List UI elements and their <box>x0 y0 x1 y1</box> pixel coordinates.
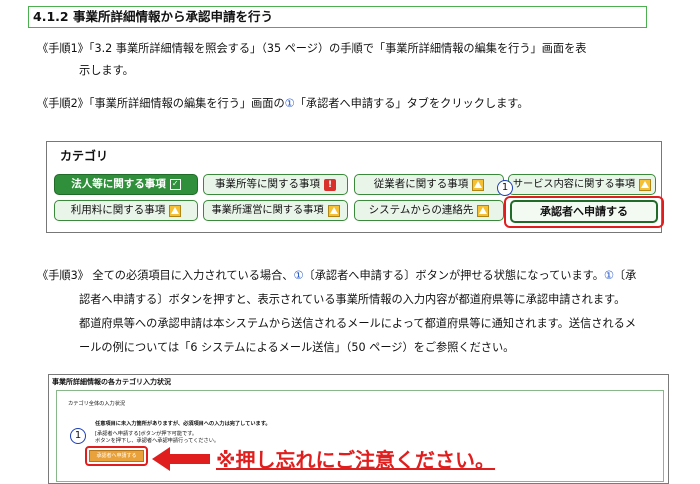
section-number: 4.1.2 <box>33 9 69 24</box>
tab-employee[interactable]: 従業者に関する事項 <box>354 174 504 195</box>
step2-post: 「承認者へ申請する」タブをクリックします。 <box>294 97 529 110</box>
highlight-frame <box>504 196 664 228</box>
category-title: カテゴリ <box>60 149 109 163</box>
tab-operation[interactable]: 事業所運営に関する事項 <box>203 200 348 221</box>
step2: 《手順2》「事業所詳細情報の編集を行う」画面の①「承認者へ申請する」タブをクリッ… <box>37 94 529 114</box>
tab-employee-label: 従業者に関する事項 <box>373 178 469 190</box>
section-title: 事業所詳細情報から承認申請を行う <box>72 9 273 24</box>
tab-corporate[interactable]: 法人等に関する事項 ✓ <box>54 174 198 195</box>
screenshot-message-1: [承認者へ申請する]ボタンが押下可能です。 <box>95 431 198 437</box>
step3-circle-1: ① <box>293 269 304 282</box>
step3-l1-c: 〔承 <box>613 269 637 282</box>
tab-operation-label: 事業所運営に関する事項 <box>211 205 324 216</box>
screenshot-message-bold: 任意項目に未入力箇所がありますが、必須項目への入力は完了しています。 <box>95 421 271 427</box>
screenshot-title: 事業所詳細情報の各カテゴリ入力状況 <box>52 378 171 386</box>
step1-line1: 《手順1》「3.2 事業所詳細情報を照会する」（35 ページ）の手順で「事業所詳… <box>37 42 587 55</box>
step3-line3: 都道府県等への承認申請は本システムから送信されるメールによって都道府県等に通知さ… <box>79 317 637 330</box>
warning-icon <box>639 178 652 191</box>
arrow-left-icon <box>152 447 210 471</box>
warning-icon <box>169 204 182 217</box>
error-icon: ! <box>324 178 336 191</box>
tab-contact-label: システムからの連絡先 <box>368 204 474 216</box>
step3-l1-b: 〔承認者へ申請する〕ボタンが押せる状態になっています。 <box>303 269 604 282</box>
check-icon: ✓ <box>169 179 181 190</box>
step3-l1-a: 《手順3》 全ての必須項目に入力されている場合、 <box>37 269 294 282</box>
warning-icon <box>477 204 490 217</box>
tab-fee[interactable]: 利用料に関する事項 <box>54 200 198 221</box>
tab-office-label: 事業所等に関する事項 <box>215 178 320 190</box>
caution-note: ※押し忘れにご注意ください。 <box>216 448 496 472</box>
tab-corporate-label: 法人等に関する事項 <box>71 178 166 190</box>
tab-service[interactable]: サービス内容に関する事項 <box>508 174 656 195</box>
apply-to-approver-button[interactable]: 承認者へ申請する <box>89 450 144 462</box>
step1-line2: 示します。 <box>79 64 134 77</box>
marker-1-circle: 1 <box>497 180 513 196</box>
step3-line4: ールの例については「6 システムによるメール送信」（50 ページ）をご参照くださ… <box>79 341 515 354</box>
tab-contact[interactable]: システムからの連絡先 <box>354 200 504 221</box>
tab-service-label: サービス内容に関する事項 <box>512 179 636 190</box>
marker-1-circle-bottom: 1 <box>70 428 86 444</box>
tab-fee-label: 利用料に関する事項 <box>70 204 166 216</box>
screenshot-subtitle: カテゴリ全体の入力状況 <box>68 401 126 407</box>
step2-circle: ① <box>284 97 295 110</box>
step3-line1: 《手順3》 全ての必須項目に入力されている場合、①〔承認者へ申請する〕ボタンが押… <box>37 266 636 286</box>
warning-icon <box>327 204 340 217</box>
step3-circle-2: ① <box>603 269 614 282</box>
step3-line2: 認者へ申請する〕ボタンを押すと、表示されている事業所情報の入力内容が都道府県等に… <box>79 293 626 306</box>
tab-office[interactable]: 事業所等に関する事項 ! <box>203 174 348 195</box>
warning-icon <box>472 178 485 191</box>
section-header: 4.1.2 事業所詳細情報から承認申請を行う <box>28 6 647 28</box>
screenshot-message-2: ボタンを押下し、承認者へ承認申請行ってください。 <box>95 438 220 444</box>
step2-pre: 《手順2》「事業所詳細情報の編集を行う」画面の <box>37 97 285 110</box>
